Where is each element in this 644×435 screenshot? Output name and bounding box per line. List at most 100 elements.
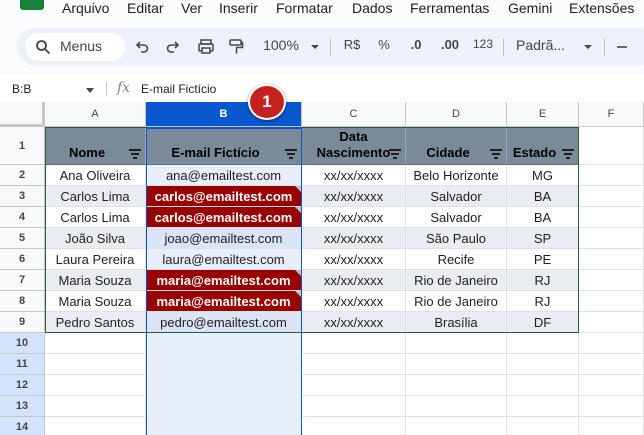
empty-cell[interactable] <box>302 375 406 396</box>
name-box[interactable]: B:B <box>12 82 31 96</box>
cell-email[interactable]: joao@emailtest.com <box>146 228 302 249</box>
row-header-12[interactable]: 12 <box>0 375 45 396</box>
cell-cidade[interactable]: São Paulo <box>406 228 507 249</box>
cell-estado[interactable]: BA <box>507 207 579 228</box>
empty-cell[interactable] <box>302 417 406 435</box>
empty-cell[interactable] <box>45 354 146 375</box>
cell-nome[interactable]: Maria Souza <box>45 270 146 291</box>
cell-email[interactable]: laura@emailtest.com <box>146 249 302 270</box>
cell-nome[interactable]: Maria Souza <box>45 291 146 312</box>
cell-cidade[interactable]: Salvador <box>406 186 507 207</box>
header-data-nascimento[interactable]: Data Nascimento <box>302 127 406 165</box>
menu-ferramentas[interactable]: Ferramentas <box>410 0 489 16</box>
cell-cidade[interactable]: Salvador <box>406 207 507 228</box>
header-estado[interactable]: Estado <box>507 127 579 165</box>
empty-cell[interactable] <box>579 396 644 417</box>
cell-data[interactable]: xx/xx/xxxx <box>302 165 406 186</box>
row-header-13[interactable]: 13 <box>0 396 45 417</box>
sheets-logo-icon[interactable] <box>20 0 44 10</box>
menu-gemini[interactable]: Gemini <box>508 0 552 16</box>
empty-cell[interactable] <box>507 333 579 354</box>
empty-cell[interactable] <box>579 127 644 165</box>
name-box-dropdown-icon[interactable] <box>86 88 94 93</box>
number-format-button[interactable]: 123 <box>471 37 495 57</box>
header-cidade[interactable]: Cidade <box>406 127 507 165</box>
filter-icon[interactable] <box>562 149 574 159</box>
font-dropdown-icon[interactable] <box>583 37 593 57</box>
cell-nome[interactable]: Carlos Lima <box>45 207 146 228</box>
row-header-7[interactable]: 7 <box>0 270 45 291</box>
menu-formatar[interactable]: Formatar <box>276 0 333 16</box>
cell-estado[interactable]: DF <box>507 312 579 333</box>
empty-cell[interactable] <box>507 417 579 435</box>
empty-cell[interactable] <box>579 228 644 249</box>
row-header-4[interactable]: 4 <box>0 207 45 228</box>
cell-nome[interactable]: Carlos Lima <box>45 186 146 207</box>
redo-icon[interactable] <box>165 37 181 57</box>
empty-cell[interactable] <box>579 333 644 354</box>
row-header-11[interactable]: 11 <box>0 354 45 375</box>
empty-cell[interactable] <box>406 333 507 354</box>
empty-cell[interactable] <box>579 207 644 228</box>
empty-cell[interactable] <box>579 354 644 375</box>
increase-decimal-button[interactable]: .00 <box>437 37 463 57</box>
row-header-3[interactable]: 3 <box>0 186 45 207</box>
cell-nome[interactable]: João Silva <box>45 228 146 249</box>
empty-cell[interactable] <box>579 186 644 207</box>
cell-email[interactable]: ana@emailtest.com <box>146 165 302 186</box>
column-header-a[interactable]: A <box>45 102 146 127</box>
cell-estado[interactable]: PE <box>507 249 579 270</box>
empty-cell[interactable] <box>302 354 406 375</box>
cell-data[interactable]: xx/xx/xxxx <box>302 207 406 228</box>
cell-data[interactable]: xx/xx/xxxx <box>302 312 406 333</box>
row-header-8[interactable]: 8 <box>0 291 45 312</box>
decrease-decimal-button[interactable]: .0 <box>404 37 428 57</box>
empty-cell[interactable] <box>507 354 579 375</box>
cell-cidade[interactable]: Recife <box>406 249 507 270</box>
cell-estado[interactable]: RJ <box>507 270 579 291</box>
undo-icon[interactable] <box>134 37 150 57</box>
formula-input[interactable]: E-mail Fictício <box>141 82 216 96</box>
paint-format-icon[interactable] <box>228 37 244 57</box>
empty-cell[interactable] <box>579 165 644 186</box>
header-email[interactable]: E-mail Fictício <box>146 127 302 165</box>
row-header-6[interactable]: 6 <box>0 249 45 270</box>
column-header-e[interactable]: E <box>507 102 579 127</box>
cell-data[interactable]: xx/xx/xxxx <box>302 270 406 291</box>
menu-editar[interactable]: Editar <box>127 0 164 16</box>
empty-cell[interactable] <box>45 417 146 435</box>
cell-data[interactable]: xx/xx/xxxx <box>302 249 406 270</box>
row-header-10[interactable]: 10 <box>0 333 45 354</box>
cell-email[interactable]: maria@emailtest.com <box>146 270 302 291</box>
percent-format-button[interactable]: % <box>376 37 392 57</box>
cell-email[interactable]: pedro@emailtest.com <box>146 312 302 333</box>
cell-data[interactable]: xx/xx/xxxx <box>302 186 406 207</box>
menu-dados[interactable]: Dados <box>352 0 392 16</box>
row-header-5[interactable]: 5 <box>0 228 45 249</box>
empty-cell[interactable] <box>302 333 406 354</box>
empty-cell[interactable] <box>406 396 507 417</box>
cell-estado[interactable]: SP <box>507 228 579 249</box>
search-menus-button[interactable]: Menus <box>25 33 125 61</box>
cell-data[interactable]: xx/xx/xxxx <box>302 291 406 312</box>
cell-email[interactable]: carlos@emailtest.com <box>146 207 302 228</box>
cell-cidade[interactable]: Brasília <box>406 312 507 333</box>
row-header-2[interactable]: 2 <box>0 165 45 186</box>
cell-email[interactable]: maria@emailtest.com <box>146 291 302 312</box>
cell-estado[interactable]: MG <box>507 165 579 186</box>
font-select[interactable]: Padrã... <box>516 37 572 57</box>
zoom-select[interactable]: 100% <box>260 37 302 57</box>
empty-cell[interactable] <box>579 375 644 396</box>
empty-cell[interactable] <box>45 375 146 396</box>
zoom-dropdown-icon[interactable] <box>310 37 320 57</box>
column-header-f[interactable]: F <box>579 102 644 127</box>
decrease-font-size-icon[interactable] <box>615 37 629 57</box>
cell-email[interactable]: carlos@emailtest.com <box>146 186 302 207</box>
filter-icon[interactable] <box>490 149 502 159</box>
cell-cidade[interactable]: Rio de Janeiro <box>406 270 507 291</box>
empty-cell[interactable] <box>579 270 644 291</box>
empty-cell[interactable] <box>507 396 579 417</box>
select-all-corner[interactable] <box>0 102 45 127</box>
row-header-9[interactable]: 9 <box>0 312 45 333</box>
menu-arquivo[interactable]: Arquivo <box>62 0 109 16</box>
